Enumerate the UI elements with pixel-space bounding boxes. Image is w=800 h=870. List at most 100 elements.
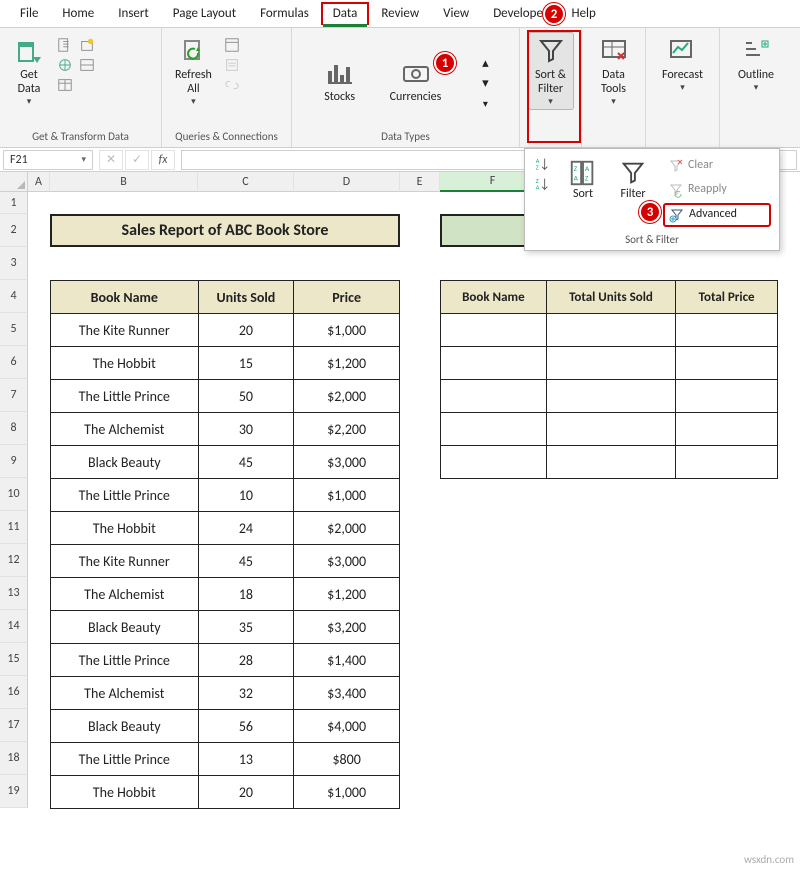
col-header-E[interactable]: E	[400, 172, 440, 192]
properties-icon[interactable]	[223, 56, 241, 74]
table-row[interactable]: Black Beauty45$3,000	[51, 446, 400, 479]
fx-icon[interactable]: fx	[151, 150, 175, 170]
row-header-2[interactable]: 2	[0, 214, 28, 247]
table-row[interactable]	[441, 446, 778, 479]
edit-links-icon[interactable]	[223, 76, 241, 94]
table-row[interactable]	[441, 347, 778, 380]
row-header-13[interactable]: 13	[0, 577, 28, 610]
filter-label: Filter	[620, 188, 645, 202]
tab-page-layout[interactable]: Page Layout	[161, 2, 248, 25]
table-row[interactable]: The Little Prince28$1,400	[51, 644, 400, 677]
expand-gallery-icon[interactable]: ▾	[476, 94, 494, 112]
row-header-4[interactable]: 4	[0, 280, 28, 313]
from-text-icon[interactable]	[56, 36, 74, 54]
group-forecast: Forecast ▾	[646, 28, 720, 147]
table-row[interactable]: The Hobbit24$2,000	[51, 512, 400, 545]
table-row[interactable]: The Alchemist30$2,200	[51, 413, 400, 446]
row-header-7[interactable]: 7	[0, 379, 28, 412]
stocks-label: Stocks	[324, 91, 355, 105]
summary-table: Book NameTotal Units SoldTotal Price	[440, 280, 778, 479]
row-header-11[interactable]: 11	[0, 511, 28, 544]
table-row[interactable]	[441, 314, 778, 347]
get-data-button[interactable]: Get Data ▾	[6, 32, 52, 110]
tab-view[interactable]: View	[431, 2, 481, 25]
sort-desc-button[interactable]: ZA	[533, 175, 551, 193]
tab-review[interactable]: Review	[369, 2, 431, 25]
tab-file[interactable]: File	[8, 2, 50, 25]
summary-col-0: Book Name	[441, 281, 547, 314]
col-header-B[interactable]: B	[50, 172, 198, 192]
worksheet: 12345678910111213141516171819 ABCDEFGH S…	[0, 172, 800, 852]
outline-button[interactable]: Outline ▾	[731, 32, 781, 96]
row-header-6[interactable]: 6	[0, 346, 28, 379]
row-header-8[interactable]: 8	[0, 412, 28, 445]
filter-button[interactable]: Filter	[613, 155, 653, 205]
ribbon: Get Data ▾ Get & Transform Data Refresh …	[0, 28, 800, 148]
row-header-18[interactable]: 18	[0, 742, 28, 775]
advanced-filter-button[interactable]: Advanced	[663, 203, 771, 227]
row-header-19[interactable]: 19	[0, 775, 28, 808]
tab-insert[interactable]: Insert	[106, 2, 161, 25]
stocks-button[interactable]: Stocks	[317, 54, 363, 108]
clear-filter-button: Clear	[663, 155, 771, 177]
table-row[interactable]	[441, 413, 778, 446]
sort-dialog-button[interactable]: ZAAZ Sort	[563, 155, 603, 205]
tab-help[interactable]: Help	[559, 2, 607, 25]
reapply-button: Reapply	[663, 179, 771, 201]
existing-connections-icon[interactable]	[78, 56, 96, 74]
row-header-14[interactable]: 14	[0, 610, 28, 643]
table-row[interactable]: The Little Prince13$800	[51, 743, 400, 776]
row-header-16[interactable]: 16	[0, 676, 28, 709]
data-tools-button[interactable]: Data Tools ▾	[591, 32, 637, 110]
col-header-D[interactable]: D	[294, 172, 400, 192]
scroll-up-icon[interactable]: ▴	[476, 54, 494, 72]
from-table-icon[interactable]	[56, 76, 74, 94]
table-row[interactable]: Black Beauty56$4,000	[51, 710, 400, 743]
tab-home[interactable]: Home	[50, 2, 106, 25]
table-row[interactable]: The Kite Runner45$3,000	[51, 545, 400, 578]
tab-formulas[interactable]: Formulas	[248, 2, 321, 25]
table-row[interactable]: The Little Prince50$2,000	[51, 380, 400, 413]
name-box[interactable]: F21 ▾	[3, 150, 93, 170]
cancel-formula-icon: ✕	[99, 150, 123, 170]
table-row[interactable]: The Alchemist32$3,400	[51, 677, 400, 710]
table-row[interactable]	[441, 380, 778, 413]
svg-text:A: A	[574, 175, 579, 184]
data-tools-label: Data Tools	[601, 69, 626, 97]
group-data-types: Stocks Currencies ▴ ▾ ▾ Data Types	[292, 28, 520, 147]
database-icon	[13, 35, 45, 67]
row-header-10[interactable]: 10	[0, 478, 28, 511]
name-box-value: F21	[10, 153, 28, 167]
row-header-12[interactable]: 12	[0, 544, 28, 577]
table-row[interactable]: The Hobbit15$1,200	[51, 347, 400, 380]
sort-filter-button[interactable]: Sort & Filter ▾	[528, 32, 574, 110]
col-header-C[interactable]: C	[198, 172, 294, 192]
refresh-all-button[interactable]: Refresh All ▾	[168, 32, 219, 110]
row-header-5[interactable]: 5	[0, 313, 28, 346]
from-web-icon[interactable]	[56, 56, 74, 74]
table-row[interactable]: The Little Prince10$1,000	[51, 479, 400, 512]
queries-pane-icon[interactable]	[223, 36, 241, 54]
tab-data[interactable]: Data	[321, 2, 370, 25]
stocks-icon	[324, 57, 356, 89]
row-header-15[interactable]: 15	[0, 643, 28, 676]
group-label-transform: Get & Transform Data	[6, 130, 155, 145]
select-all-corner[interactable]	[0, 172, 28, 192]
svg-text:A: A	[536, 183, 540, 191]
row-header-3[interactable]: 3	[0, 247, 28, 280]
table-row[interactable]: The Alchemist18$1,200	[51, 578, 400, 611]
sort-asc-button[interactable]: AZ	[533, 155, 551, 173]
forecast-button[interactable]: Forecast ▾	[655, 32, 710, 96]
table-row[interactable]: Black Beauty35$3,200	[51, 611, 400, 644]
recent-sources-icon[interactable]	[78, 36, 96, 54]
col-header-A[interactable]: A	[28, 172, 50, 192]
row-header-17[interactable]: 17	[0, 709, 28, 742]
group-queries: Refresh All ▾ Queries & Connections	[162, 28, 292, 147]
group-label-queries: Queries & Connections	[168, 130, 285, 145]
table-row[interactable]: The Kite Runner20$1,000	[51, 314, 400, 347]
table-row[interactable]: The Hobbit20$1,000	[51, 776, 400, 809]
scroll-down-icon[interactable]: ▾	[476, 74, 494, 92]
row-header-1[interactable]: 1	[0, 192, 28, 214]
row-header-9[interactable]: 9	[0, 445, 28, 478]
sort-filter-label: Sort & Filter	[535, 69, 566, 97]
